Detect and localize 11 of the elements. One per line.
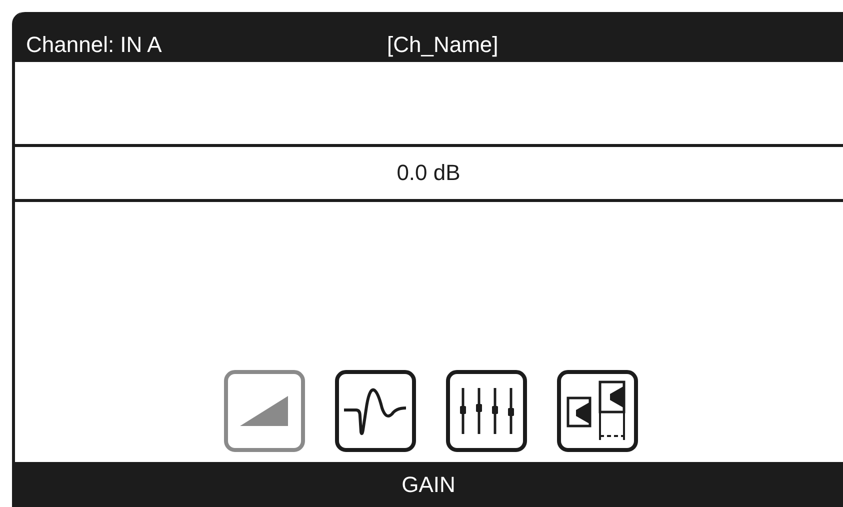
faders-module-button[interactable] xyxy=(446,370,526,452)
eq-module-button[interactable] xyxy=(334,370,416,452)
speaker-icon xyxy=(566,380,628,442)
curve-icon xyxy=(342,386,408,436)
channel-label: Channel: IN A xyxy=(26,32,163,58)
gain-module-button[interactable] xyxy=(224,370,304,452)
routing-module-button[interactable] xyxy=(556,370,638,452)
ramp-icon xyxy=(238,394,290,428)
footer-title: GAIN xyxy=(402,472,456,498)
channel-name: [Ch_Name] xyxy=(387,32,500,58)
gain-value: 0.0 dB xyxy=(396,160,460,186)
